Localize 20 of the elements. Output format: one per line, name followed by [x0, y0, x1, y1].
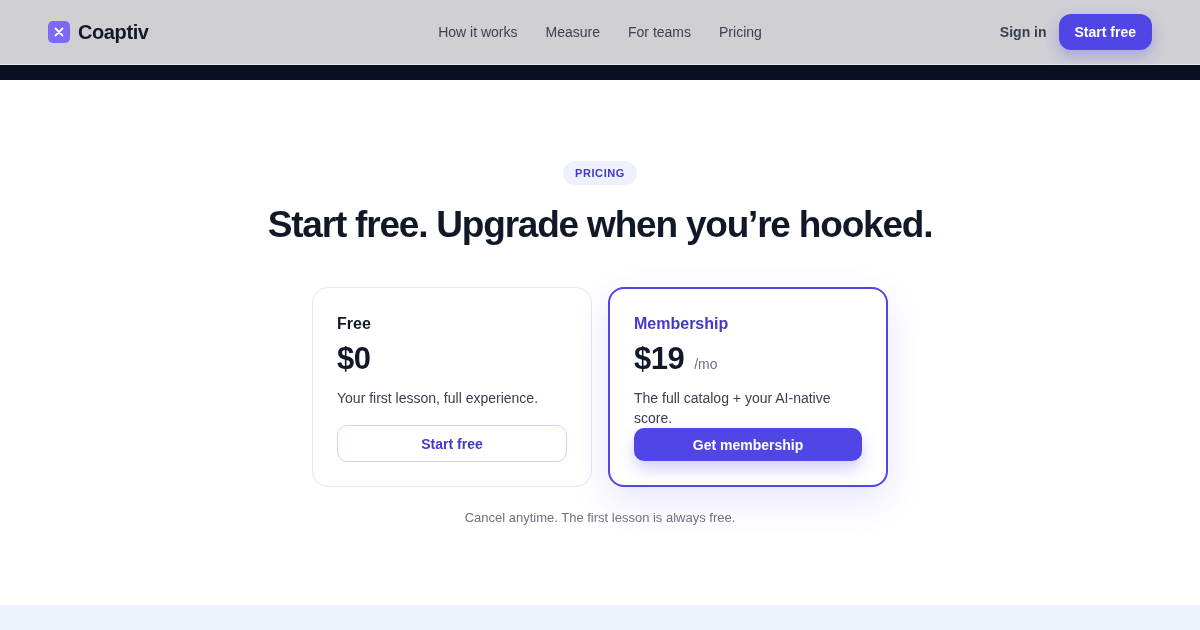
logo-icon	[48, 21, 70, 43]
plan-button[interactable]: Get membership	[634, 428, 862, 461]
start-free-button[interactable]: Start free	[1058, 14, 1152, 50]
nav-link[interactable]: Measure	[545, 24, 600, 40]
plan-price: $19	[634, 340, 685, 378]
plan-name: Free	[337, 314, 372, 334]
price-period: /mo	[694, 356, 718, 372]
plan-button[interactable]: Start free	[337, 425, 567, 462]
sign-in-link[interactable]: Sign in	[999, 24, 1047, 40]
plan-price: $0	[337, 340, 371, 378]
plan-description: The full catalog + your AI-native score.	[634, 389, 832, 428]
plan-name: Membership	[634, 314, 730, 334]
plan-description: Your first lesson, full experience.	[337, 389, 540, 408]
footnote: Cancel anytime. The first lesson is always free.	[464, 510, 736, 525]
section-heading: Start free. Upgrade when you’re hooked.	[267, 203, 933, 247]
section-badge: PRICING	[562, 161, 637, 185]
nav-link[interactable]: Pricing	[719, 24, 762, 40]
nav-link[interactable]: How it works	[438, 24, 518, 40]
brand-name: Coaptiv	[78, 20, 149, 44]
nav-link[interactable]: For teams	[628, 24, 691, 40]
